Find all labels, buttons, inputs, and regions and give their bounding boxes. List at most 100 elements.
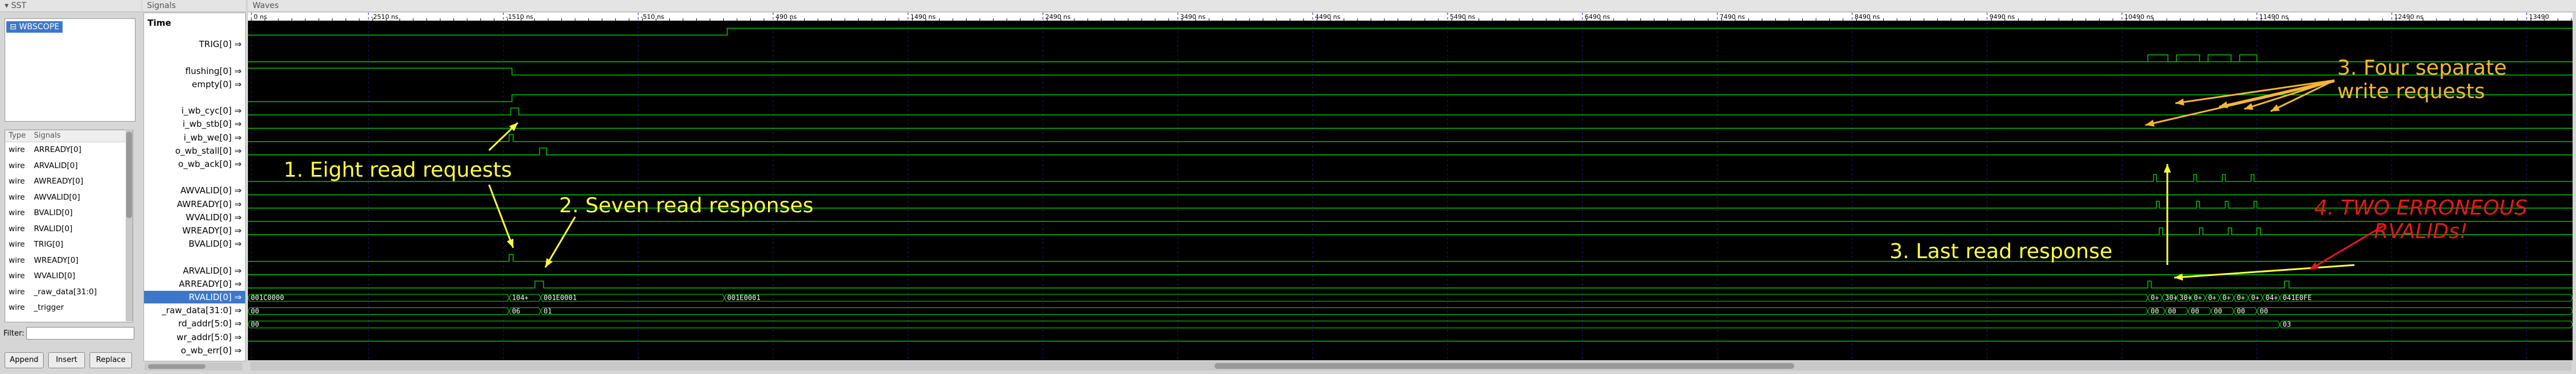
waveform-trace xyxy=(248,254,2573,262)
arrow-icon: ⇒ xyxy=(231,265,242,276)
signal-row[interactable]: o_wb_err[0] ⇒ xyxy=(181,344,242,357)
signal-name: ARREADY[0] xyxy=(34,145,82,154)
bus-segment xyxy=(248,294,510,302)
time-tick-label: 12490 ns xyxy=(2394,13,2423,21)
signal-row[interactable]: rd_addr[5:0] ⇒ xyxy=(178,317,242,330)
signal-label: rd_addr[5:0] xyxy=(178,318,232,329)
signal-row[interactable]: AWVALID[0] ⇒ xyxy=(180,184,242,197)
type-list-row[interactable]: wire AWREADY[0] xyxy=(5,174,133,190)
arrow-icon: ⇒ xyxy=(231,132,242,143)
bus-value-label: 03 xyxy=(2283,321,2291,329)
waveform-canvas[interactable]: 0 ns -2510 ns -1510 ns -510 ns 490 ns 1490 ns… xyxy=(248,13,2573,360)
type-list-row[interactable]: wire _trigger xyxy=(5,300,133,316)
arrow-icon: ⇒ xyxy=(231,198,242,209)
signal-row[interactable]: WREADY[0] ⇒ xyxy=(183,224,242,237)
signal-row[interactable]: i_wb_cyc[0] ⇒ xyxy=(181,104,242,117)
bus-value-label: 0+ xyxy=(2251,294,2259,302)
replace-button[interactable]: Replace xyxy=(90,352,132,368)
signal-row[interactable]: flushing[0] ⇒ xyxy=(185,65,242,77)
type-list-row[interactable]: wire ARREADY[0] xyxy=(5,142,133,158)
bus-segment xyxy=(248,307,510,315)
sst-hierarchy-tree[interactable]: ⊟ WBSCOPE xyxy=(5,18,135,122)
time-tick-label: 5490 ns xyxy=(1450,13,1475,21)
bus-value-label: 00 xyxy=(2214,307,2222,315)
signal-row[interactable]: RVALID[0] ⇒ xyxy=(144,291,245,303)
time-tick-label: -2510 ns xyxy=(371,13,398,21)
type-list-rows: wire ARREADY[0] wire ARVALID[0] wire AWREADY[… xyxy=(5,142,133,316)
time-ruler xyxy=(248,13,2573,21)
waves-hscrollbar[interactable] xyxy=(250,361,2571,371)
signal-row[interactable]: o_wb_stall[0] ⇒ xyxy=(175,145,242,157)
time-tick-label: 10490 ns xyxy=(2124,13,2154,21)
signal-name: WVALID[0] xyxy=(34,271,75,280)
signal-label: ARREADY[0] xyxy=(179,278,232,289)
filter-label: Filter: xyxy=(3,329,25,338)
waveform-trace xyxy=(248,174,2573,182)
bus-segment xyxy=(248,321,2280,329)
annotation-seven-read-responses: 2. Seven read responses xyxy=(559,194,814,217)
arrow-icon: ⇒ xyxy=(231,119,242,130)
bus-value-label: 0+ xyxy=(2208,294,2216,302)
arrow-icon: ⇒ xyxy=(231,305,242,316)
annotation-last-read-response: 3. Last read response xyxy=(1890,240,2113,263)
bus-value-label: 00 xyxy=(2191,307,2199,315)
time-tick-label: -1510 ns xyxy=(506,13,533,21)
signal-row[interactable]: o_wb_ack[0] ⇒ xyxy=(178,158,242,170)
filter-input[interactable] xyxy=(26,327,134,340)
arrow-icon: ⇒ xyxy=(231,145,242,156)
time-tick-label: 4490 ns xyxy=(1315,13,1340,21)
signal-row[interactable]: i_wb_we[0] ⇒ xyxy=(184,131,242,144)
scrollbar-thumb[interactable] xyxy=(126,132,132,218)
bus-value-label: 01 xyxy=(544,307,552,315)
signal-label: i_wb_stb[0] xyxy=(183,119,232,130)
arrow-icon: ⇒ xyxy=(231,79,242,89)
signal-row[interactable]: _raw_data[31:0] ⇒ xyxy=(162,304,242,317)
type-list-row[interactable]: wire BVALID[0] xyxy=(5,205,133,221)
sst-scope-label: WBSCOPE xyxy=(19,22,60,32)
type-list-row[interactable]: wire ARVALID[0] xyxy=(5,158,133,174)
signals-column-header: Signals xyxy=(34,131,61,140)
bus-value-label: 30+ xyxy=(2179,294,2192,302)
waveform-view[interactable]: 0 ns -2510 ns -1510 ns -510 ns 490 ns 1490 ns… xyxy=(248,13,2573,360)
sst-scope-item[interactable]: ⊟ WBSCOPE xyxy=(6,21,63,33)
signal-row[interactable]: wr_addr[5:0] ⇒ xyxy=(176,331,242,344)
signal-row[interactable]: WVALID[0] ⇒ xyxy=(186,211,242,224)
signal-row[interactable]: ARVALID[0] ⇒ xyxy=(183,264,242,277)
signal-name: BVALID[0] xyxy=(34,208,73,217)
signals-hscrollbar[interactable] xyxy=(145,363,242,371)
scrollbar-thumb[interactable] xyxy=(1215,363,1794,369)
insert-button[interactable]: Insert xyxy=(48,352,85,368)
type-list-row[interactable]: wire WVALID[0] xyxy=(5,268,133,285)
signal-name: AWREADY[0] xyxy=(34,177,84,186)
type-list-row[interactable]: wire _raw_data[31:0] xyxy=(5,285,133,301)
signal-name-list[interactable]: Time TRIG[0] ⇒ flushing[0] ⇒ empty[0] ⇒ i_w… xyxy=(143,13,246,361)
arrow-icon: ⇒ xyxy=(231,345,242,356)
bus-segment xyxy=(540,307,2148,315)
signal-label: o_wb_err[0] xyxy=(181,345,232,356)
signal-row[interactable]: TRIG[0] ⇒ xyxy=(199,38,242,50)
signal-row[interactable]: AWREADY[0] ⇒ xyxy=(177,198,242,211)
signals-pane: Signals Time TRIG[0] ⇒ flushing[0] ⇒ empty… xyxy=(142,0,246,374)
bus-value-label: 0+ xyxy=(2237,294,2245,302)
time-tick-label: 490 ns xyxy=(775,13,797,21)
type-list-scrollbar[interactable] xyxy=(126,130,133,321)
signal-type-list[interactable]: Type Signals wire ARREADY[0] wire ARVALID[0]… xyxy=(5,130,133,322)
type-list-row[interactable]: wire AWVALID[0] xyxy=(5,190,133,206)
signal-row[interactable]: i_wb_stb[0] ⇒ xyxy=(183,118,242,130)
scrollbar-thumb[interactable] xyxy=(148,364,205,369)
append-button[interactable]: Append xyxy=(5,352,44,368)
arrow-icon: ⇒ xyxy=(231,212,242,223)
type-list-row[interactable]: wire WREADY[0] xyxy=(5,253,133,269)
sst-header[interactable]: ▾ SST xyxy=(0,0,141,12)
signal-row[interactable]: BVALID[0] ⇒ xyxy=(189,237,242,250)
waveform-trace xyxy=(248,54,2573,63)
collapse-icon[interactable]: ▾ xyxy=(5,1,11,10)
signal-row[interactable]: empty[0] ⇒ xyxy=(192,78,242,91)
type-list-row[interactable]: wire RVALID[0] xyxy=(5,221,133,237)
signal-row[interactable]: ARREADY[0] ⇒ xyxy=(179,278,242,290)
signal-label: ARVALID[0] xyxy=(183,265,232,276)
annotation-arrow-line xyxy=(488,184,514,248)
annotation-arrow-line xyxy=(544,216,576,268)
waveform-trace xyxy=(248,227,2573,235)
type-list-row[interactable]: wire TRIG[0] xyxy=(5,237,133,253)
